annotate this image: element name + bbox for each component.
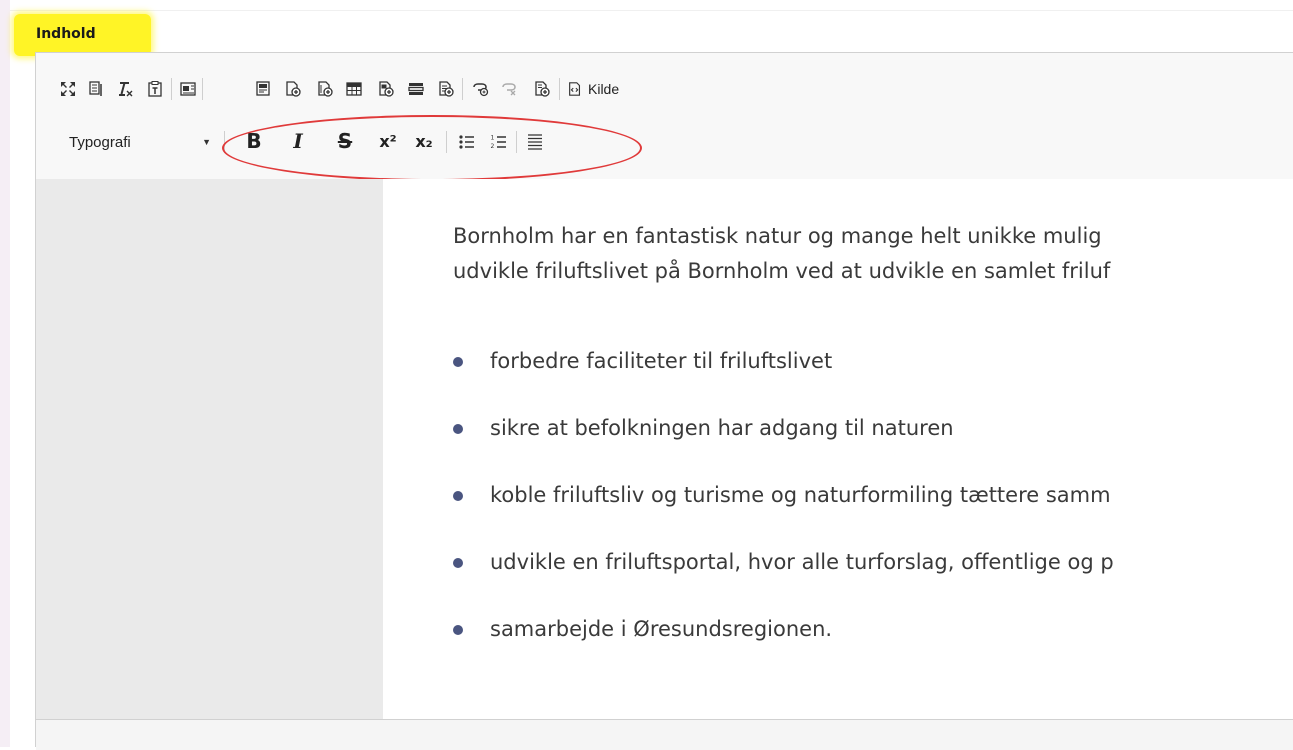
link-icon[interactable] [470, 78, 492, 100]
format-combo-label: Typografi [69, 133, 131, 151]
insert-template-icon[interactable] [253, 78, 275, 100]
svg-text:2: 2 [491, 143, 495, 150]
toolbar-separator [446, 131, 447, 153]
insert-file-icon[interactable] [314, 78, 336, 100]
toolbar-separator [224, 131, 225, 153]
show-blocks-icon[interactable] [85, 78, 107, 100]
list-item-text: sikre at befolkningen har adgang til nat… [490, 416, 954, 440]
bold-icon: B [246, 129, 262, 153]
subscript-icon: x₂ [415, 131, 433, 151]
insert-document-icon[interactable] [435, 78, 457, 100]
remove-format-icon[interactable] [114, 78, 136, 100]
numbered-list-button[interactable]: 12 [488, 131, 510, 153]
toolbar-separator [516, 131, 517, 153]
justify-button[interactable] [524, 131, 546, 153]
editor-content-area: Bornholm har en fantastisk natur og mang… [36, 179, 1293, 719]
intro-paragraph: Bornholm har en fantastisk natur og mang… [453, 219, 1293, 289]
maximize-icon[interactable] [57, 78, 79, 100]
intro-line: udvikle friluftslivet på Bornholm ved at… [453, 259, 1111, 283]
top-divider [10, 10, 1293, 11]
rich-text-editor: Kilde Typografi ▼ B I S x² x₂ 12 Bornhol… [35, 52, 1293, 750]
subscript-button[interactable]: x₂ [412, 127, 436, 155]
intro-line: Bornholm har en fantastisk natur og mang… [453, 224, 1102, 248]
paste-as-text-icon[interactable] [144, 78, 166, 100]
list-item-text: koble friluftsliv og turisme og naturfor… [490, 483, 1111, 507]
bullet-icon [453, 625, 463, 635]
toolbar-separator [202, 78, 203, 100]
strikethrough-icon: S [337, 129, 353, 153]
list-item: sikre at befolkningen har adgang til nat… [453, 418, 1114, 485]
superscript-icon: x² [379, 131, 397, 151]
list-item-text: udvikle en friluftsportal, hvor alle tur… [490, 550, 1114, 574]
toolbar-separator [559, 78, 560, 100]
superscript-button[interactable]: x² [376, 127, 400, 155]
list-item: samarbejde i Øresundsregionen. [453, 619, 1114, 686]
bullet-icon [453, 357, 463, 367]
justify-icon [528, 134, 542, 150]
bulleted-list-icon [459, 135, 474, 149]
list-item-text: forbedre faciliteter til friluftslivet [490, 349, 833, 373]
italic-icon: I [293, 129, 303, 153]
bullet-icon [453, 491, 463, 501]
list-item: koble friluftsliv og turisme og naturfor… [453, 485, 1114, 552]
format-combo[interactable]: Typografi ▼ [69, 129, 217, 155]
source-button-label: Kilde [588, 81, 620, 97]
list-item-text: samarbejde i Øresundsregionen. [490, 617, 833, 641]
field-label-highlight: Indhold [14, 14, 151, 56]
bullet-list: forbedre faciliteter til friluftslivet s… [453, 351, 1114, 686]
bulleted-list-button[interactable] [456, 131, 478, 153]
list-item: udvikle en friluftsportal, hvor alle tur… [453, 552, 1114, 619]
anchor-icon[interactable] [531, 78, 553, 100]
bullet-icon [453, 424, 463, 434]
numbered-list-icon: 12 [491, 135, 506, 150]
unlink-icon[interactable] [499, 78, 521, 100]
list-item: forbedre faciliteter til friluftslivet [453, 351, 1114, 418]
horizontal-rule-icon[interactable] [405, 78, 427, 100]
source-button[interactable]: Kilde [567, 78, 619, 100]
svg-text:1: 1 [491, 135, 495, 142]
bullet-icon [453, 558, 463, 568]
paste-from-word-icon[interactable] [177, 78, 199, 100]
editor-footer [36, 719, 1293, 750]
field-label: Indhold [36, 26, 96, 42]
editor-page[interactable]: Bornholm har en fantastisk natur og mang… [383, 179, 1293, 719]
chevron-down-icon: ▼ [202, 137, 211, 147]
italic-button[interactable]: I [286, 127, 310, 155]
page-left-rail [0, 0, 10, 747]
table-icon[interactable] [343, 78, 365, 100]
bold-button[interactable]: B [242, 127, 266, 155]
toolbar-separator [462, 78, 463, 100]
insert-image-icon[interactable] [282, 78, 304, 100]
strikethrough-button[interactable]: S [333, 127, 357, 155]
editor-toolbar: Kilde Typografi ▼ B I S x² x₂ 12 [36, 53, 1293, 180]
insert-media-icon[interactable] [375, 78, 397, 100]
source-icon [569, 82, 581, 96]
toolbar-separator [171, 78, 172, 100]
